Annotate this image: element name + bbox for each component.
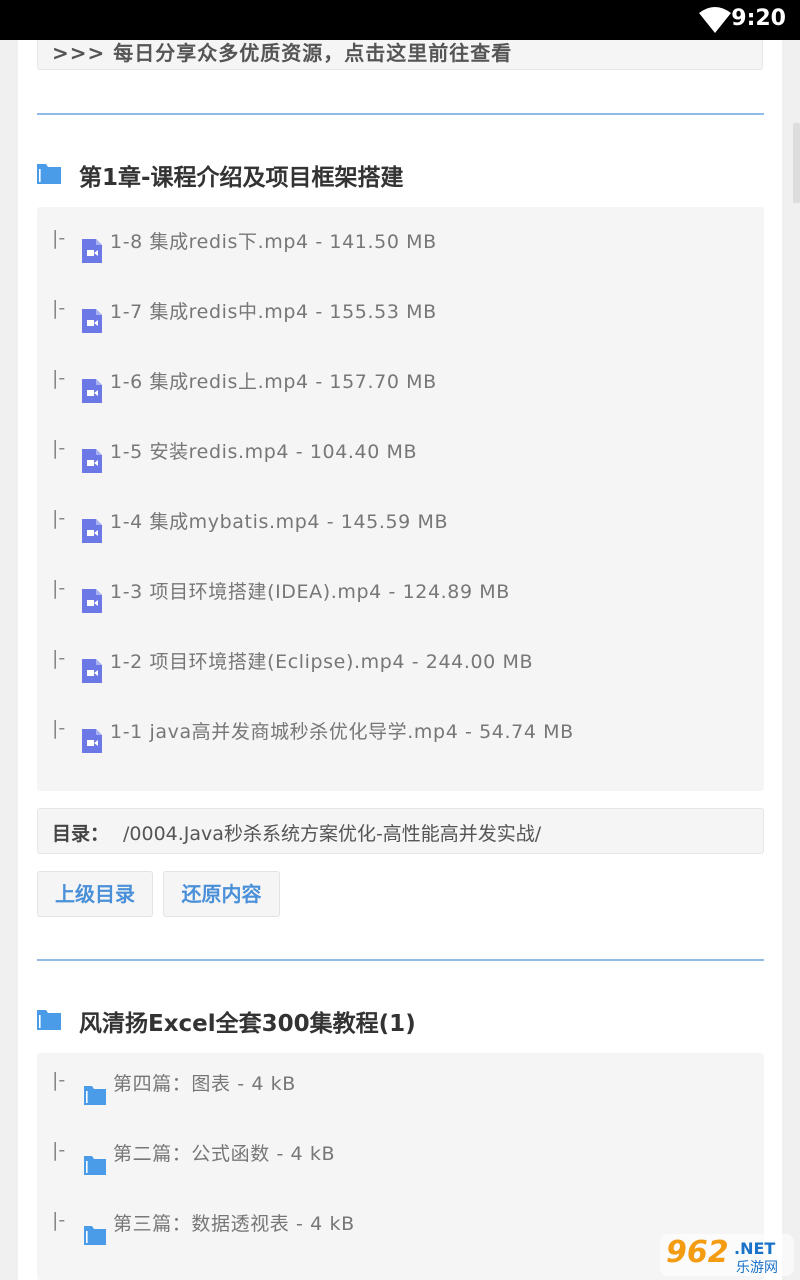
path-value: /0004.Java秒杀系统方案优化-高性能高并发实战/: [123, 823, 542, 845]
video-file-icon: [82, 589, 102, 613]
file-name[interactable]: 1-5 安装redis.mp4 - 104.40 MB: [110, 437, 730, 467]
folder-icon: [84, 1226, 106, 1245]
video-file-icon: [82, 239, 102, 263]
page-content: >>> 每日分享众多优质资源，点击这里前往查看 第1章-课程介绍及项目框架搭建 …: [18, 0, 782, 1280]
tree-prefix: |-: [52, 717, 66, 739]
folder-item[interactable]: |- 第三篇：数据透视表 - 4 kB: [37, 1209, 764, 1279]
file-item[interactable]: |- 1-2 项目环境搭建(Eclipse).mp4 - 244.00 MB: [37, 647, 764, 717]
video-file-icon: [82, 379, 102, 403]
file-item[interactable]: |- 1-4 集成mybatis.mp4 - 145.59 MB: [37, 507, 764, 577]
folder-item[interactable]: |- 第二篇：公式函数 - 4 kB: [37, 1139, 764, 1209]
folder-icon: [37, 164, 61, 184]
file-name[interactable]: 1-7 集成redis中.mp4 - 155.53 MB: [110, 297, 730, 327]
video-file-icon: [82, 449, 102, 473]
section-divider: [37, 113, 764, 115]
tree-prefix: |-: [52, 507, 66, 529]
directory-path: 目录： /0004.Java秒杀系统方案优化-高性能高并发实战/: [37, 808, 764, 854]
tree-prefix: |-: [52, 227, 66, 249]
video-file-icon: [82, 729, 102, 753]
video-file-icon: [82, 309, 102, 333]
status-time: 9:20: [731, 6, 786, 31]
file-name[interactable]: 1-4 集成mybatis.mp4 - 145.59 MB: [110, 507, 730, 537]
file-item[interactable]: |- 1-8 集成redis下.mp4 - 141.50 MB: [37, 227, 764, 297]
status-bar: 9:20: [0, 0, 800, 40]
file-list: |- 1-8 集成redis下.mp4 - 141.50 MB |- 1-7 集…: [37, 207, 764, 791]
folder-name[interactable]: 第二篇：公式函数 - 4 kB: [113, 1139, 733, 1169]
video-file-icon: [82, 519, 102, 543]
video-file-icon: [82, 659, 102, 683]
file-item[interactable]: |- 1-3 项目环境搭建(IDEA).mp4 - 124.89 MB: [37, 577, 764, 647]
svg-text:.NET: .NET: [734, 1239, 775, 1258]
watermark-logo: 962 .NET 乐游网: [660, 1234, 794, 1276]
section-title-text: 第1章-课程介绍及项目框架搭建: [79, 165, 404, 191]
svg-text:962: 962: [666, 1235, 729, 1270]
file-name[interactable]: 1-3 项目环境搭建(IDEA).mp4 - 124.89 MB: [110, 577, 730, 607]
file-item[interactable]: |- 1-6 集成redis上.mp4 - 157.70 MB: [37, 367, 764, 437]
tree-prefix: |-: [52, 1209, 66, 1231]
file-name[interactable]: 1-6 集成redis上.mp4 - 157.70 MB: [110, 367, 730, 397]
path-label: 目录：: [52, 823, 110, 845]
file-name[interactable]: 1-2 项目环境搭建(Eclipse).mp4 - 244.00 MB: [110, 647, 730, 677]
folder-name[interactable]: 第三篇：数据透视表 - 4 kB: [113, 1209, 733, 1239]
tree-prefix: |-: [52, 647, 66, 669]
file-name[interactable]: 1-8 集成redis下.mp4 - 141.50 MB: [110, 227, 730, 257]
folder-icon: [84, 1156, 106, 1175]
tree-prefix: |-: [52, 437, 66, 459]
file-item[interactable]: |- 1-7 集成redis中.mp4 - 155.53 MB: [37, 297, 764, 367]
tree-prefix: |-: [52, 1069, 66, 1091]
section-divider: [37, 959, 764, 961]
folder-icon: [37, 1010, 61, 1030]
wifi-icon: [699, 7, 731, 33]
file-name[interactable]: 1-1 java高并发商城秒杀优化导学.mp4 - 54.74 MB: [110, 717, 730, 747]
parent-dir-button[interactable]: 上级目录: [37, 871, 153, 917]
file-item[interactable]: |- 1-1 java高并发商城秒杀优化导学.mp4 - 54.74 MB: [37, 717, 764, 787]
tree-prefix: |-: [52, 297, 66, 319]
folder-name[interactable]: 第四篇：图表 - 4 kB: [113, 1069, 733, 1099]
tree-prefix: |-: [52, 367, 66, 389]
folder-item[interactable]: |- 第四篇：图表 - 4 kB: [37, 1069, 764, 1139]
section-title-text: 风清扬Excel全套300集教程(1): [79, 1011, 416, 1037]
tree-prefix: |-: [52, 577, 66, 599]
folder-icon: [84, 1086, 106, 1105]
restore-content-button[interactable]: 还原内容: [163, 871, 280, 917]
folder-list: |- 第四篇：图表 - 4 kB |- 第二篇：公式函数 - 4 kB |- 第…: [37, 1053, 764, 1280]
tree-prefix: |-: [52, 1139, 66, 1161]
scrollbar[interactable]: [793, 123, 800, 203]
file-item[interactable]: |- 1-5 安装redis.mp4 - 104.40 MB: [37, 437, 764, 507]
svg-text:乐游网: 乐游网: [736, 1260, 778, 1276]
